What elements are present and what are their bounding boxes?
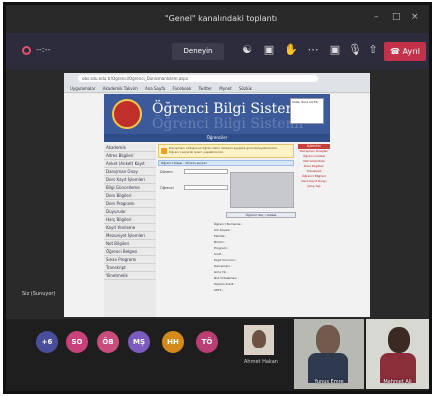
- bookmarks-bar: Uygulamalar Akademik Takvim Ana Sayfa Fa…: [64, 84, 370, 93]
- left-menu-item[interactable]: Akademik: [104, 144, 156, 152]
- close-icon[interactable]: ×: [411, 12, 419, 22]
- raise-hand-icon[interactable]: ✋: [284, 43, 298, 59]
- term-label: Dönem: [160, 170, 173, 174]
- right-menu-link[interactable]: Öğrenci Listesi: [298, 154, 330, 158]
- left-menu-item[interactable]: Ders Programı: [104, 200, 156, 208]
- minimize-icon[interactable]: –: [374, 12, 379, 22]
- chat-icon[interactable]: ▣: [262, 43, 276, 59]
- bookmark[interactable]: Twitter: [199, 84, 212, 93]
- page-nav-title: Öğrenciler: [104, 134, 330, 142]
- left-menu-item[interactable]: Sınav Programı: [104, 256, 156, 264]
- session-box: Kalan Süre 19:56: [290, 98, 324, 124]
- participant-avatar[interactable]: SO: [66, 331, 88, 353]
- left-menu-item[interactable]: Transkript: [104, 264, 156, 272]
- left-menu-item[interactable]: Not Bilgileri: [104, 240, 156, 248]
- participant-photo-tile[interactable]: [244, 325, 274, 355]
- left-menu-item[interactable]: Yönetmelik: [104, 272, 156, 280]
- leave-button[interactable]: ☎ Ayrıl: [384, 42, 426, 61]
- right-menu: İşlemler Danışman Onayları Öğrenci Liste…: [298, 144, 330, 317]
- participants-icon[interactable]: ☯: [240, 43, 254, 59]
- try-button[interactable]: Deneyin: [172, 43, 224, 60]
- site-title-reflection: Öğrenci Bilgi Sistemi: [152, 116, 304, 132]
- presenter-label: Siz (Sunuyor): [22, 291, 56, 297]
- bookmark[interactable]: Akademik Takvim: [103, 84, 138, 93]
- site-header: Öğrenci Bilgi Sistemi Öğrenci Bilgi Sist…: [104, 94, 330, 134]
- right-menu-link[interactable]: Transkript: [298, 169, 330, 173]
- left-menu-item[interactable]: Mezuniyet İşlemleri: [104, 232, 156, 240]
- participants-bar: +6 SO ÖB MŞ HH TÖ Ahmet Hakan Yunus Emre…: [6, 319, 429, 391]
- participant-avatar[interactable]: HH: [162, 331, 184, 353]
- window-titlebar: "Genel" kanalındaki toplantı – □ ×: [6, 5, 429, 33]
- notice-text: Danışmanı olduğunuz öğrencilerin listesi…: [169, 146, 278, 154]
- participant-name: Ahmet Hakan: [244, 359, 278, 365]
- selection-strip: Öğrenci listesi - dönem seçiniz: [158, 160, 294, 166]
- left-menu-item[interactable]: Kayıt Yenileme: [104, 224, 156, 232]
- video-tile[interactable]: Yunus Emre: [294, 319, 364, 389]
- left-menu-item[interactable]: Anket (Anket) Kayıt: [104, 160, 156, 168]
- student-details: Öğrenci Numarası : Adı Soyadı : Fakülte …: [214, 222, 294, 294]
- participant-face: [316, 325, 340, 355]
- meeting-toolbar: --:-- Deneyin ☯ ▣ ✋ ⋯ ▣ 🎙 ⇧ ☎ Ayrıl: [6, 33, 429, 69]
- student-list-panel: [230, 172, 294, 208]
- video-name: Yunus Emre: [314, 379, 344, 385]
- mic-off-icon[interactable]: 🎙: [348, 43, 362, 59]
- info-notice: Danışmanı olduğunuz öğrencilerin listesi…: [158, 144, 294, 158]
- left-menu-item[interactable]: Danışman Onay: [104, 168, 156, 176]
- recording-icon: [22, 46, 31, 55]
- participant-avatar[interactable]: TÖ: [196, 331, 218, 353]
- participant-avatar[interactable]: MŞ: [128, 331, 150, 353]
- right-menu-link[interactable]: Çıkış Yap: [298, 184, 330, 188]
- bookmark[interactable]: Facebook: [173, 84, 192, 93]
- left-menu-item[interactable]: Duyurular: [104, 208, 156, 216]
- list-student-button[interactable]: Öğrenci Seç / Listele: [226, 212, 296, 218]
- bookmark[interactable]: Ana Sayfa: [145, 84, 165, 93]
- shared-browser: obs.sdu.edu.tr/Ogrenci/Ogrenci_DanismanI…: [64, 73, 370, 317]
- left-menu-item[interactable]: Ders Bilgileri: [104, 192, 156, 200]
- address-bar[interactable]: obs.sdu.edu.tr/Ogrenci/Ogrenci_DanismanI…: [78, 75, 318, 82]
- share-screen-icon[interactable]: ⇧: [366, 43, 380, 59]
- obs-page: Öğrenci Bilgi Sistemi Öğrenci Bilgi Sist…: [64, 94, 370, 317]
- participant-avatar[interactable]: ÖB: [97, 331, 119, 353]
- warning-icon: [161, 148, 167, 154]
- participant-photo: [252, 330, 266, 348]
- right-menu-link[interactable]: Ders Kayıt Onayı: [298, 179, 330, 183]
- teams-window: "Genel" kanalındaki toplantı – □ × --:--…: [3, 2, 432, 394]
- meeting-timer: --:--: [36, 45, 51, 54]
- right-menu-link[interactable]: Öğrenci Bilgileri: [298, 174, 330, 178]
- right-menu-link[interactable]: Danışman Onayları: [298, 149, 330, 153]
- detail-row: AKTS :: [214, 288, 224, 292]
- participant-face: [388, 327, 410, 353]
- shared-screen-stage: obs.sdu.edu.tr/Ogrenci/Ogrenci_DanismanI…: [6, 69, 429, 319]
- right-menu-link[interactable]: Ders Kayıtları: [298, 164, 330, 168]
- university-logo: [112, 99, 142, 129]
- term-select[interactable]: [184, 169, 228, 174]
- left-menu-item[interactable]: Öğrenci Belgesi: [104, 248, 156, 256]
- leave-label: Ayrıl: [402, 47, 420, 56]
- left-menu-item[interactable]: Adres Bilgileri: [104, 152, 156, 160]
- right-menu-link[interactable]: Not Görüntüle: [298, 159, 330, 163]
- student-select[interactable]: [184, 185, 228, 190]
- maximize-icon[interactable]: □: [392, 12, 401, 22]
- bookmark[interactable]: Sözlük: [239, 84, 252, 93]
- bookmark[interactable]: Mynet: [219, 84, 231, 93]
- site-title: Öğrenci Bilgi Sistemi: [152, 101, 304, 117]
- left-menu-item[interactable]: Harç Bilgileri: [104, 216, 156, 224]
- bookmark[interactable]: Uygulamalar: [70, 84, 96, 93]
- left-menu-item[interactable]: Ders Kayıt İşlemleri: [104, 176, 156, 184]
- left-menu: Akademik Adres Bilgileri Anket (Anket) K…: [104, 144, 156, 317]
- student-label: Öğrenci: [160, 186, 174, 190]
- left-menu-item[interactable]: Bilgi Güncelleme: [104, 184, 156, 192]
- overflow-participants-avatar[interactable]: +6: [36, 331, 58, 353]
- browser-chrome: obs.sdu.edu.tr/Ogrenci/Ogrenci_DanismanI…: [64, 73, 370, 93]
- window-title: "Genel" kanalındaki toplantı: [164, 14, 278, 23]
- video-tile[interactable]: Mehmet Ali: [366, 319, 429, 389]
- content-area: Danışmanı olduğunuz öğrencilerin listesi…: [158, 144, 296, 317]
- more-options-icon[interactable]: ⋯: [306, 43, 320, 59]
- video-name: Mehmet Ali: [383, 379, 412, 385]
- camera-off-icon[interactable]: ▣: [328, 43, 342, 59]
